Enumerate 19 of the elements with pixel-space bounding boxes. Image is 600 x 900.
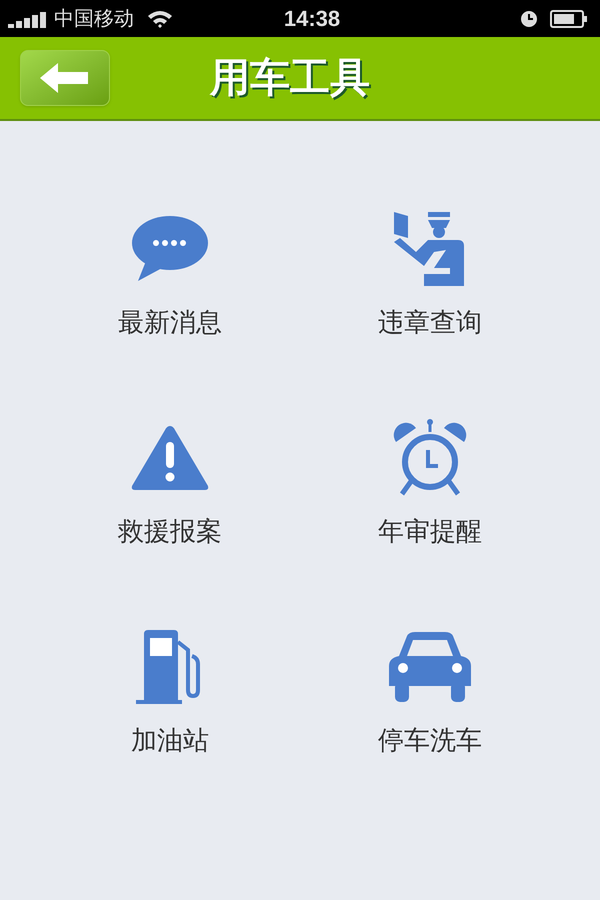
page-title: 用车工具: [210, 55, 370, 102]
clock-time: 14:38: [284, 5, 340, 33]
tool-label[interactable]: 违章查询: [378, 303, 482, 342]
tool-label[interactable]: 加油站: [131, 721, 209, 760]
tool-label[interactable]: 年审提醒: [378, 512, 482, 551]
speech-bubble-icon: [130, 215, 210, 283]
back-button[interactable]: [20, 50, 110, 106]
tool-label[interactable]: 救援报案: [118, 512, 222, 551]
battery-icon: [550, 10, 588, 28]
warning-icon: [130, 424, 210, 492]
wifi-icon: [146, 8, 174, 28]
back-arrow-icon: [40, 63, 90, 93]
clock-icon: [520, 10, 538, 28]
alarm-clock-icon: [392, 418, 468, 498]
tool-label[interactable]: 停车洗车: [378, 721, 482, 760]
carrier-name: 中国移动: [54, 6, 134, 32]
police-officer-icon: [394, 212, 466, 286]
tool-label[interactable]: 最新消息: [118, 303, 222, 342]
car-icon: [389, 632, 471, 702]
